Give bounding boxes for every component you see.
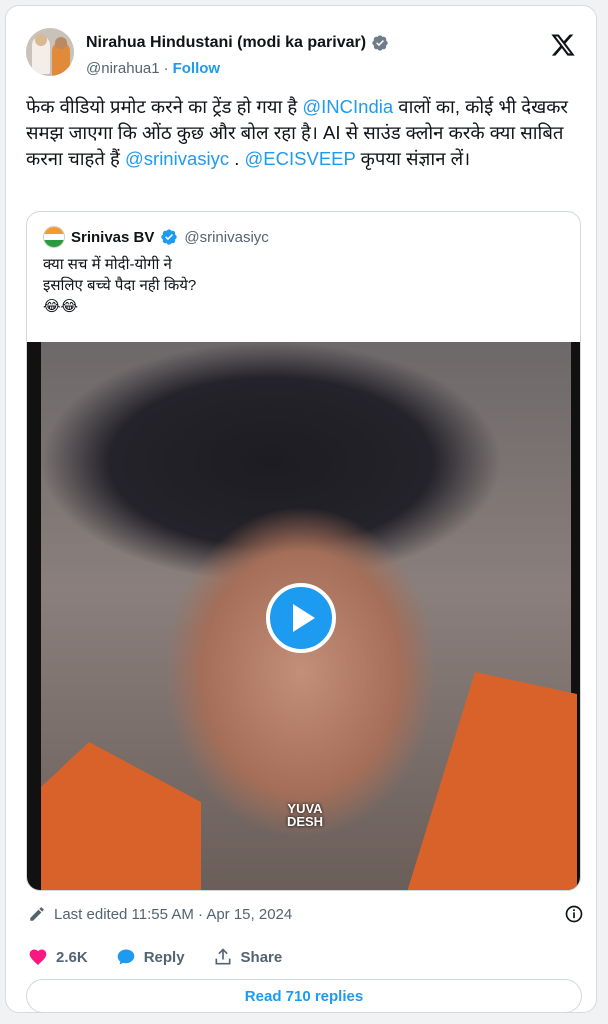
author-name-row: Nirahua Hindustani (modi ka parivar) [86,34,389,52]
action-bar: 2.6K Reply Share [28,947,310,967]
verified-badge-icon [372,35,388,51]
info-icon[interactable] [564,904,584,924]
author-handle-row: @nirahua1 · Follow [86,60,220,77]
mention-inc-india[interactable]: @INCIndia [302,96,393,117]
quoted-author-handle: @srinivasiyc [184,228,269,246]
video-player[interactable]: YUVA DESH [27,342,580,890]
tweet-text: फेक वीडियो प्रमोट करने का ट्रेंड हो गया … [26,94,586,172]
edited-timestamp[interactable]: Last edited 11:55 AM · Apr 15, 2024 [54,906,292,923]
reply-bubble-icon [117,949,135,965]
share-icon [215,948,231,965]
tweet-text-part: . [229,148,245,169]
heart-icon [29,949,47,965]
author-display-name[interactable]: Nirahua Hindustani (modi ka parivar) [86,34,366,52]
quoted-tweet-header: Srinivas BV @srinivasiyc [43,226,269,248]
quoted-tweet[interactable]: Srinivas BV @srinivasiyc क्या सच में मोद… [26,211,581,891]
play-button[interactable] [266,583,336,653]
mention-srinivasiyc[interactable]: @srinivasiyc [125,148,229,169]
edit-info-row: Last edited 11:55 AM · Apr 15, 2024 [28,905,584,923]
tweet-text-part: फेक वीडियो प्रमोट करने का ट्रेंड हो गया … [26,96,303,117]
tweet-card: Nirahua Hindustani (modi ka parivar) @ni… [5,5,597,1013]
follow-button[interactable]: Follow [173,60,221,77]
reply-button[interactable]: Reply [116,947,185,967]
share-button[interactable]: Share [213,947,283,967]
x-logo-icon[interactable] [550,32,576,58]
video-watermark: YUVA DESH [286,801,324,829]
quoted-tweet-text: क्या सच में मोदी-योगी ने इसलिए बच्चे पैद… [43,256,197,315]
author-avatar[interactable] [26,28,74,76]
share-label: Share [240,948,283,966]
separator-dot: · [163,60,169,77]
like-button[interactable]: 2.6K [28,947,88,967]
quoted-author-avatar [43,226,65,248]
author-handle[interactable]: @nirahua1 [86,60,160,77]
read-replies-button[interactable]: Read 710 replies [26,979,582,1013]
mention-ecisveep[interactable]: @ECISVEEP [245,148,356,169]
like-count: 2.6K [56,948,88,966]
quoted-author-name: Srinivas BV [71,228,155,246]
tweet-text-part: कृपया संज्ञान लें। [355,148,471,169]
play-icon [293,604,315,632]
reply-label: Reply [143,948,185,966]
pencil-icon [30,907,44,921]
verified-badge-icon [161,229,178,245]
